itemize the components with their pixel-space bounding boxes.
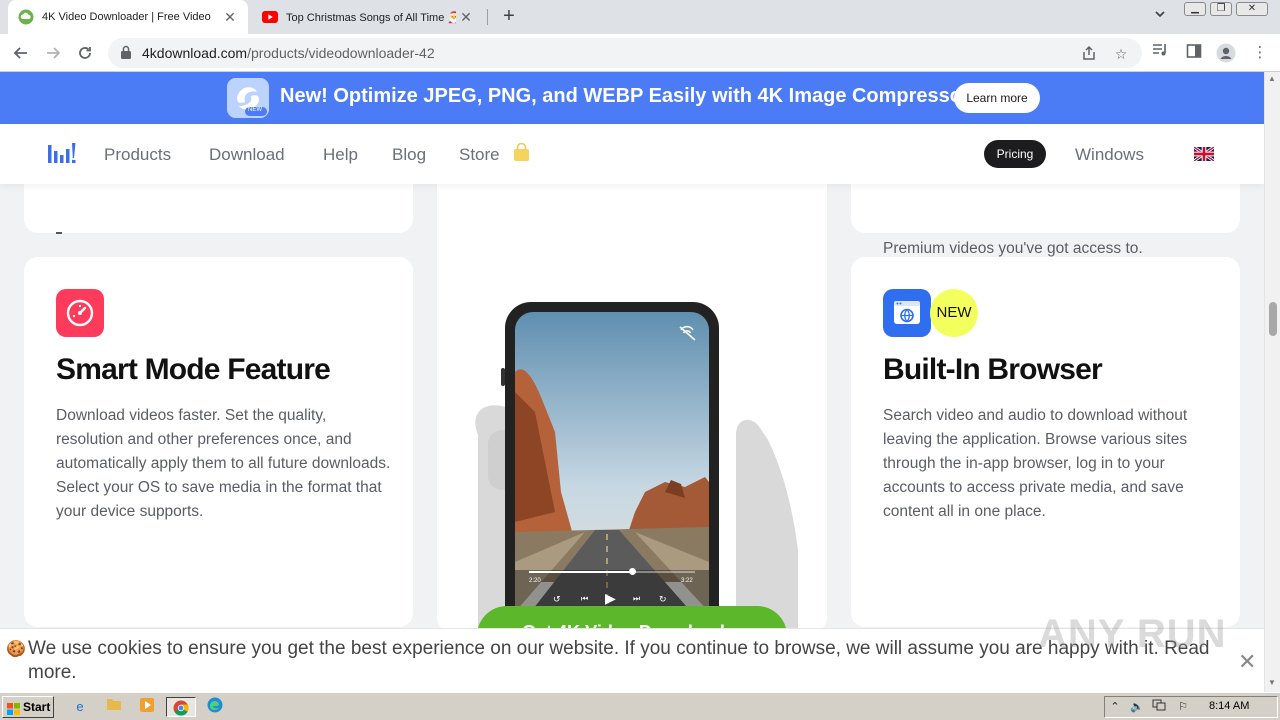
minimize-window-button[interactable]: ▁ [1184, 2, 1206, 16]
phone-side-button [501, 368, 505, 386]
media-playlist-icon[interactable] [1150, 43, 1170, 63]
image-compressor-app-icon: NEW [227, 78, 269, 118]
close-tab-icon[interactable]: ✕ [222, 9, 238, 25]
page-viewport: NEW New! Optimize JPEG, PNG, and WEBP Ea… [0, 72, 1264, 692]
close-tab-icon[interactable]: ✕ [458, 9, 474, 25]
browser-window-icon [883, 289, 931, 337]
share-icon[interactable] [1080, 45, 1098, 63]
phone-device: 2:20 3:22 ↺ ⏮ ▶ ⏭ ↻ [501, 302, 719, 632]
skip-back-icon[interactable]: ⏮ [581, 594, 588, 604]
back-arrow-icon[interactable] [8, 40, 34, 66]
video-time-end: 3:22 [681, 578, 693, 584]
scroll-up-arrow-icon[interactable]: ▲ [1268, 74, 1276, 83]
tray-expand-icon[interactable]: ⌃ [1107, 699, 1123, 715]
media-player-icon[interactable] [135, 697, 159, 717]
shopping-bag-icon[interactable] [513, 142, 530, 167]
address-bar[interactable]: 4kdownload.com/products/videodownloader-… [108, 38, 1142, 68]
built-in-browser-title: Built-In Browser [883, 353, 1103, 386]
url-host: 4kdownload.com [142, 45, 248, 61]
nav-blog[interactable]: Blog [392, 145, 426, 165]
tab-divider [487, 9, 488, 25]
url-path: /products/videodownloader-42 [247, 45, 435, 61]
scrollbar-thumb[interactable] [1269, 302, 1277, 336]
4k-cloud-icon [18, 9, 34, 25]
built-in-browser-card: NEW Built-In Browser Search video and au… [851, 257, 1240, 627]
uk-flag-icon[interactable] [1193, 145, 1215, 163]
file-explorer-icon[interactable] [102, 697, 126, 717]
cookie-text: We use cookies to ensure you get the bes… [28, 638, 1159, 659]
site-header: Products Download Help Blog Store Pricin… [0, 124, 1264, 184]
url-text: 4kdownload.com/products/videodownloader-… [142, 45, 435, 61]
profile-avatar-icon[interactable] [1216, 43, 1236, 63]
windows-logo-icon [7, 701, 20, 715]
tab-title: 4K Video Downloader | Free Video Do [42, 11, 212, 23]
close-window-button[interactable]: ✕ [1236, 2, 1268, 16]
skip-forward-icon[interactable]: ⏭ [633, 594, 640, 604]
nav-products[interactable]: Products [104, 145, 171, 165]
forward-icon[interactable]: ↻ [659, 594, 667, 605]
built-in-browser-description: Search video and audio to download witho… [883, 407, 1188, 520]
system-tray: ⌃ 🔈 ⚐ 8:14 AM [1104, 696, 1278, 718]
replay-icon[interactable]: ↺ [553, 594, 561, 605]
play-icon[interactable]: ▶ [605, 590, 616, 607]
promo-banner: NEW New! Optimize JPEG, PNG, and WEBP Ea… [0, 72, 1264, 124]
video-progress-handle[interactable] [628, 568, 636, 575]
phone-screen: 2:20 3:22 ↺ ⏮ ▶ ⏭ ↻ [515, 312, 709, 632]
restore-window-button[interactable]: ❐ [1210, 2, 1232, 16]
forward-arrow-icon[interactable] [40, 40, 66, 66]
anyrun-watermark: ANY RUN [1038, 612, 1227, 656]
tab-search-chevron-icon[interactable] [1150, 8, 1170, 28]
volume-icon[interactable]: 🔈 [1129, 699, 1145, 715]
speedometer-icon [56, 289, 104, 337]
video-progress-bar[interactable] [529, 568, 695, 575]
video-progress-fill [529, 571, 632, 573]
platform-selector[interactable]: Windows [1075, 145, 1144, 165]
start-button[interactable]: Start [2, 696, 54, 718]
tab-title: Top Christmas Songs of All Time 🎅🎄 [286, 11, 456, 24]
tab-christmas-songs[interactable]: Top Christmas Songs of All Time 🎅🎄 ✕ [252, 0, 484, 34]
browser-tab-strip: 4K Video Downloader | Free Video Do ✕ To… [0, 0, 1280, 34]
network-icon[interactable] [1151, 699, 1167, 715]
smart-mode-description: Download videos faster. Set the quality,… [56, 407, 391, 520]
side-panel-icon[interactable] [1184, 43, 1204, 63]
browser-toolbar: 4kdownload.com/products/videodownloader-… [0, 34, 1280, 72]
new-badge-mini: NEW [248, 107, 262, 113]
taskbar-clock[interactable]: 8:14 AM [1209, 700, 1249, 712]
smart-mode-card: Smart Mode Feature Download videos faste… [24, 257, 413, 627]
chrome-icon[interactable] [166, 697, 196, 717]
browser-menu-icon[interactable]: ⋮ [1250, 43, 1270, 63]
reload-icon[interactable] [72, 40, 98, 66]
new-tab-button[interactable]: + [498, 6, 520, 28]
text-fragment [56, 232, 62, 234]
pricing-button[interactable]: Pricing [984, 140, 1046, 168]
internet-explorer-icon[interactable]: e [68, 697, 92, 717]
new-badge: NEW [930, 289, 978, 337]
page-scrollbar[interactable]: ▲ ▼ [1264, 72, 1280, 692]
edge-icon[interactable] [203, 697, 227, 717]
scroll-down-arrow-icon[interactable]: ▼ [1268, 678, 1276, 687]
tab-4k-video-downloader[interactable]: 4K Video Downloader | Free Video Do ✕ [8, 0, 248, 34]
youtube-icon [262, 9, 278, 25]
nav-download[interactable]: Download [209, 145, 285, 165]
windows-taskbar: Start e ⌃ 🔈 ⚐ 8:14 AM [0, 692, 1280, 720]
promo-text: New! Optimize JPEG, PNG, and WEBP Easily… [280, 85, 977, 107]
smart-mode-title: Smart Mode Feature [56, 353, 331, 386]
bookmark-star-icon[interactable]: ☆ [1112, 45, 1130, 63]
video-time-start: 2:20 [529, 578, 541, 584]
nav-store[interactable]: Store [459, 145, 500, 165]
close-icon[interactable]: ✕ [1238, 649, 1256, 675]
learn-more-button[interactable]: Learn more [954, 83, 1040, 113]
nav-help[interactable]: Help [323, 145, 358, 165]
4k-download-logo[interactable] [48, 141, 76, 165]
start-label: Start [23, 700, 51, 714]
action-center-flag-icon[interactable]: ⚐ [1175, 699, 1191, 715]
lock-icon[interactable] [120, 45, 134, 61]
cookie-icon: 🍪 [6, 641, 26, 658]
